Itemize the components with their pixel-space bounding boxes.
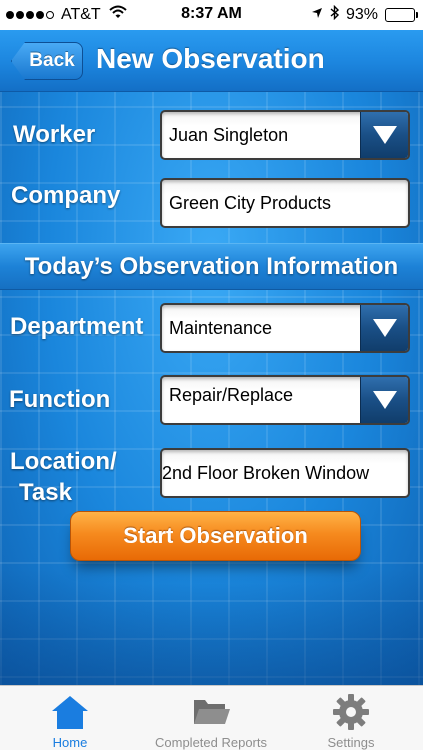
location-label-line2: Task <box>19 479 72 506</box>
function-dropdown[interactable]: Repair/Replace <box>160 375 410 425</box>
tab-label: Settings <box>327 735 375 750</box>
chevron-down-icon[interactable] <box>360 112 408 158</box>
main-content: Back New Observation Worker Juan Singlet… <box>0 30 423 685</box>
location-arrow-icon <box>311 6 323 24</box>
status-right: 93% <box>311 4 418 25</box>
company-label: Company <box>11 182 121 209</box>
worker-dropdown[interactable]: Juan Singleton <box>160 110 410 160</box>
start-observation-button[interactable]: Start Observation <box>70 511 361 561</box>
battery-icon <box>385 8 418 22</box>
tab-completed-reports[interactable]: Completed Reports <box>140 686 282 750</box>
location-value: 2nd Floor Broken Window <box>162 462 370 483</box>
battery-percent: 93% <box>345 6 378 23</box>
bluetooth-icon <box>330 4 339 25</box>
department-value: Maintenance <box>169 317 273 338</box>
company-value: Green City Products <box>169 192 332 213</box>
status-bar: AT&T 8:37 AM 93% <box>0 0 423 30</box>
chevron-down-icon[interactable] <box>360 377 408 423</box>
navigation-bar: Back New Observation <box>0 30 423 92</box>
worker-value: Juan Singleton <box>169 124 289 145</box>
tab-label: Completed Reports <box>155 735 267 750</box>
tab-label: Home <box>52 735 88 750</box>
chevron-down-icon[interactable] <box>360 305 408 351</box>
page-title: New Observation <box>96 43 325 74</box>
folder-icon <box>191 693 231 731</box>
gear-icon <box>332 693 370 731</box>
location-label-line1: Location/ <box>10 448 117 475</box>
function-value: Repair/Replace <box>169 385 294 405</box>
worker-label: Worker <box>13 121 96 148</box>
tab-settings[interactable]: Settings <box>315 686 387 750</box>
back-button[interactable]: Back <box>11 42 83 80</box>
function-label: Function <box>9 386 111 413</box>
tab-bar: Home Completed Reports Settings <box>0 685 423 750</box>
company-field[interactable]: Green City Products <box>160 178 410 228</box>
section-title: Today’s Observation Information <box>0 243 423 290</box>
location-task-field[interactable]: 2nd Floor Broken Window <box>160 448 410 498</box>
department-dropdown[interactable]: Maintenance <box>160 303 410 353</box>
tab-home[interactable]: Home <box>30 686 110 750</box>
home-icon <box>50 693 90 731</box>
department-label: Department <box>10 313 144 340</box>
